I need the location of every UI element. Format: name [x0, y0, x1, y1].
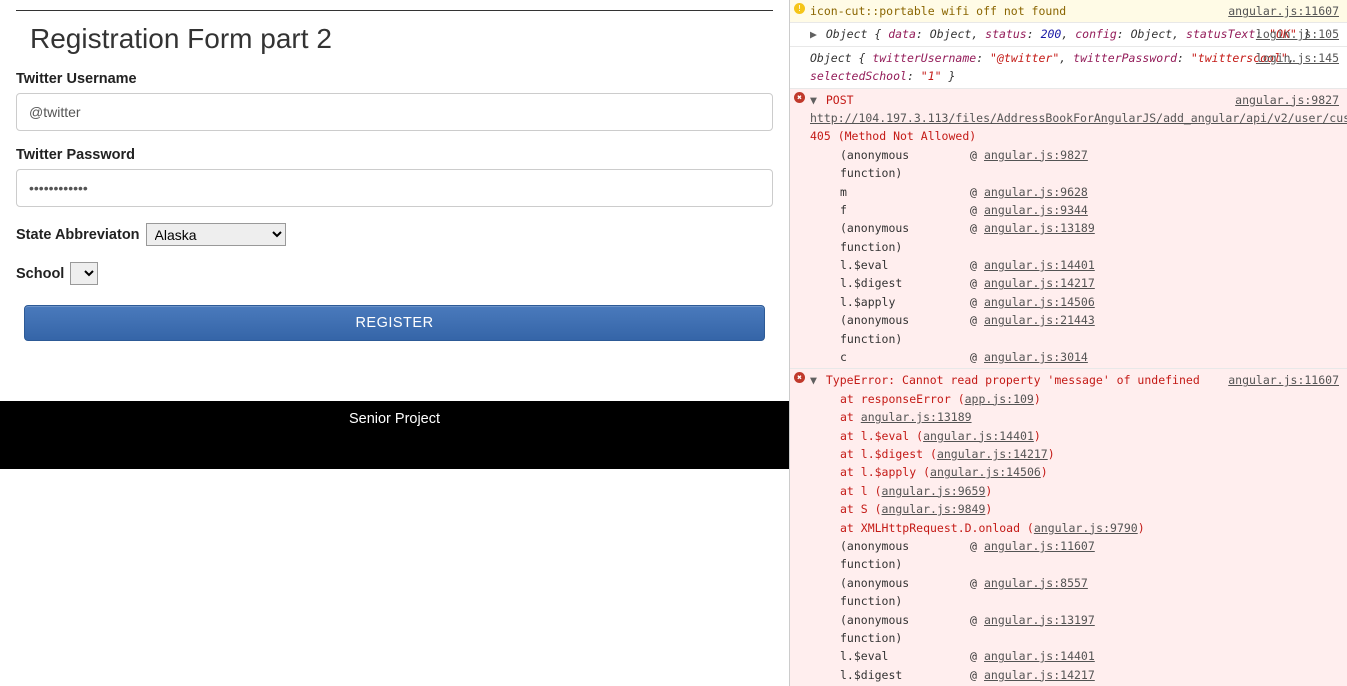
stack-frame: at angular.js:13189 — [810, 408, 1339, 426]
school-label: School — [16, 266, 64, 282]
request-url[interactable]: http://104.197.3.113/files/AddressBookFo… — [810, 111, 1347, 125]
school-select[interactable]: 1 — [70, 262, 98, 285]
stack-frame: m@ angular.js:9628 — [810, 183, 1339, 201]
register-button[interactable]: REGISTER — [24, 305, 765, 341]
source-link[interactable]: angular.js:13197 — [984, 611, 1095, 648]
stack-frame: l.$digest@ angular.js:14217 — [810, 666, 1339, 684]
twitter-username-input[interactable] — [16, 93, 773, 131]
source-link[interactable]: angular.js:14506 — [984, 293, 1095, 311]
console-log-object: login.js:105 ▶ Object { data: Object, st… — [790, 23, 1347, 46]
footer: Senior Project — [0, 401, 789, 469]
source-link[interactable]: angular.js:21443 — [984, 311, 1095, 348]
source-link[interactable]: angular.js:9790 — [1034, 521, 1138, 535]
source-link[interactable]: angular.js:11607 — [984, 537, 1095, 574]
source-link[interactable]: app.js:109 — [965, 392, 1034, 406]
console-error-exception: ✖ angular.js:11607 ▼ TypeError: Cannot r… — [790, 369, 1347, 686]
source-link[interactable]: angular.js:14217 — [984, 666, 1095, 684]
stack-frame: f@ angular.js:9344 — [810, 201, 1339, 219]
state-select[interactable]: Alaska — [146, 223, 286, 246]
source-link[interactable]: angular.js:14506 — [930, 465, 1041, 479]
collapse-icon[interactable]: ▼ — [810, 93, 817, 107]
warning-icon: ! — [794, 3, 805, 14]
stack-frame: at l.$eval (angular.js:14401) — [810, 427, 1339, 445]
source-link[interactable]: angular.js:3014 — [984, 348, 1088, 366]
footer-text: Senior Project — [349, 411, 440, 427]
expand-icon[interactable]: ▶ — [810, 27, 817, 41]
form-pane: Registration Form part 2 Twitter Usernam… — [0, 0, 790, 686]
source-link[interactable]: angular.js:9827 — [984, 146, 1088, 183]
error-icon: ✖ — [794, 372, 805, 383]
source-link[interactable]: angular.js:11607 — [1228, 2, 1339, 20]
source-link[interactable]: angular.js:8557 — [984, 574, 1088, 611]
console-log-object: login.js:145 Object { twitterUsername: "… — [790, 47, 1347, 89]
stack-frame: c@ angular.js:3014 — [810, 348, 1339, 366]
source-link[interactable]: angular.js:9659 — [882, 484, 986, 498]
source-link[interactable]: angular.js:14401 — [923, 429, 1034, 443]
error-icon: ✖ — [794, 92, 805, 103]
source-link[interactable]: login.js:105 — [1256, 25, 1339, 43]
stack-frame: (anonymous function)@ angular.js:13197 — [810, 611, 1339, 648]
source-link[interactable]: angular.js:14217 — [984, 274, 1095, 292]
stack-frame: (anonymous function)@ angular.js:11607 — [810, 537, 1339, 574]
stack-frame: l.$eval@ angular.js:14401 — [810, 256, 1339, 274]
stack-frame: (anonymous function)@ angular.js:13189 — [810, 219, 1339, 256]
stack-frame: (anonymous function)@ angular.js:9827 — [810, 146, 1339, 183]
stack-frame: at S (angular.js:9849) — [810, 500, 1339, 518]
source-link[interactable]: angular.js:14401 — [984, 256, 1095, 274]
source-link[interactable]: angular.js:9827 — [1235, 91, 1339, 109]
source-link[interactable]: angular.js:14217 — [937, 447, 1048, 461]
source-link[interactable]: angular.js:9344 — [984, 201, 1088, 219]
source-link[interactable]: login.js:145 — [1256, 49, 1339, 67]
stack-frame: at l (angular.js:9659) — [810, 482, 1339, 500]
source-link[interactable]: angular.js:14401 — [984, 647, 1095, 665]
stack-frame: l.$eval@ angular.js:14401 — [810, 647, 1339, 665]
stack-frame: (anonymous function)@ angular.js:8557 — [810, 574, 1339, 611]
stack-frame: at l.$apply (angular.js:14506) — [810, 463, 1339, 481]
stack-frame: at XMLHttpRequest.D.onload (angular.js:9… — [810, 519, 1339, 537]
source-link[interactable]: angular.js:9849 — [882, 502, 986, 516]
collapse-icon[interactable]: ▼ — [810, 373, 817, 387]
twitter-password-input[interactable] — [16, 169, 773, 207]
stack-frame: (anonymous function)@ angular.js:21443 — [810, 311, 1339, 348]
stack-frame: l.$apply@ angular.js:14506 — [810, 293, 1339, 311]
page-title: Registration Form part 2 — [30, 23, 773, 55]
source-link[interactable]: angular.js:9628 — [984, 183, 1088, 201]
console-warning: ! icon-cut::portable wifi off not found … — [790, 0, 1347, 23]
stack-frame: at l.$digest (angular.js:14217) — [810, 445, 1339, 463]
console-error-network: ✖ angular.js:9827 ▼ POST http://104.197.… — [790, 89, 1347, 370]
devtools-console: ! icon-cut::portable wifi off not found … — [790, 0, 1347, 686]
source-link[interactable]: angular.js:13189 — [984, 219, 1095, 256]
twitter-password-label: Twitter Password — [16, 147, 773, 163]
divider — [16, 10, 773, 11]
stack-frame: l.$digest@ angular.js:14217 — [810, 274, 1339, 292]
twitter-username-label: Twitter Username — [16, 71, 773, 87]
source-link[interactable]: angular.js:13189 — [861, 410, 972, 424]
source-link[interactable]: angular.js:11607 — [1228, 371, 1339, 389]
state-label: State Abbreviaton — [16, 227, 140, 243]
stack-frame: at responseError (app.js:109) — [810, 390, 1339, 408]
